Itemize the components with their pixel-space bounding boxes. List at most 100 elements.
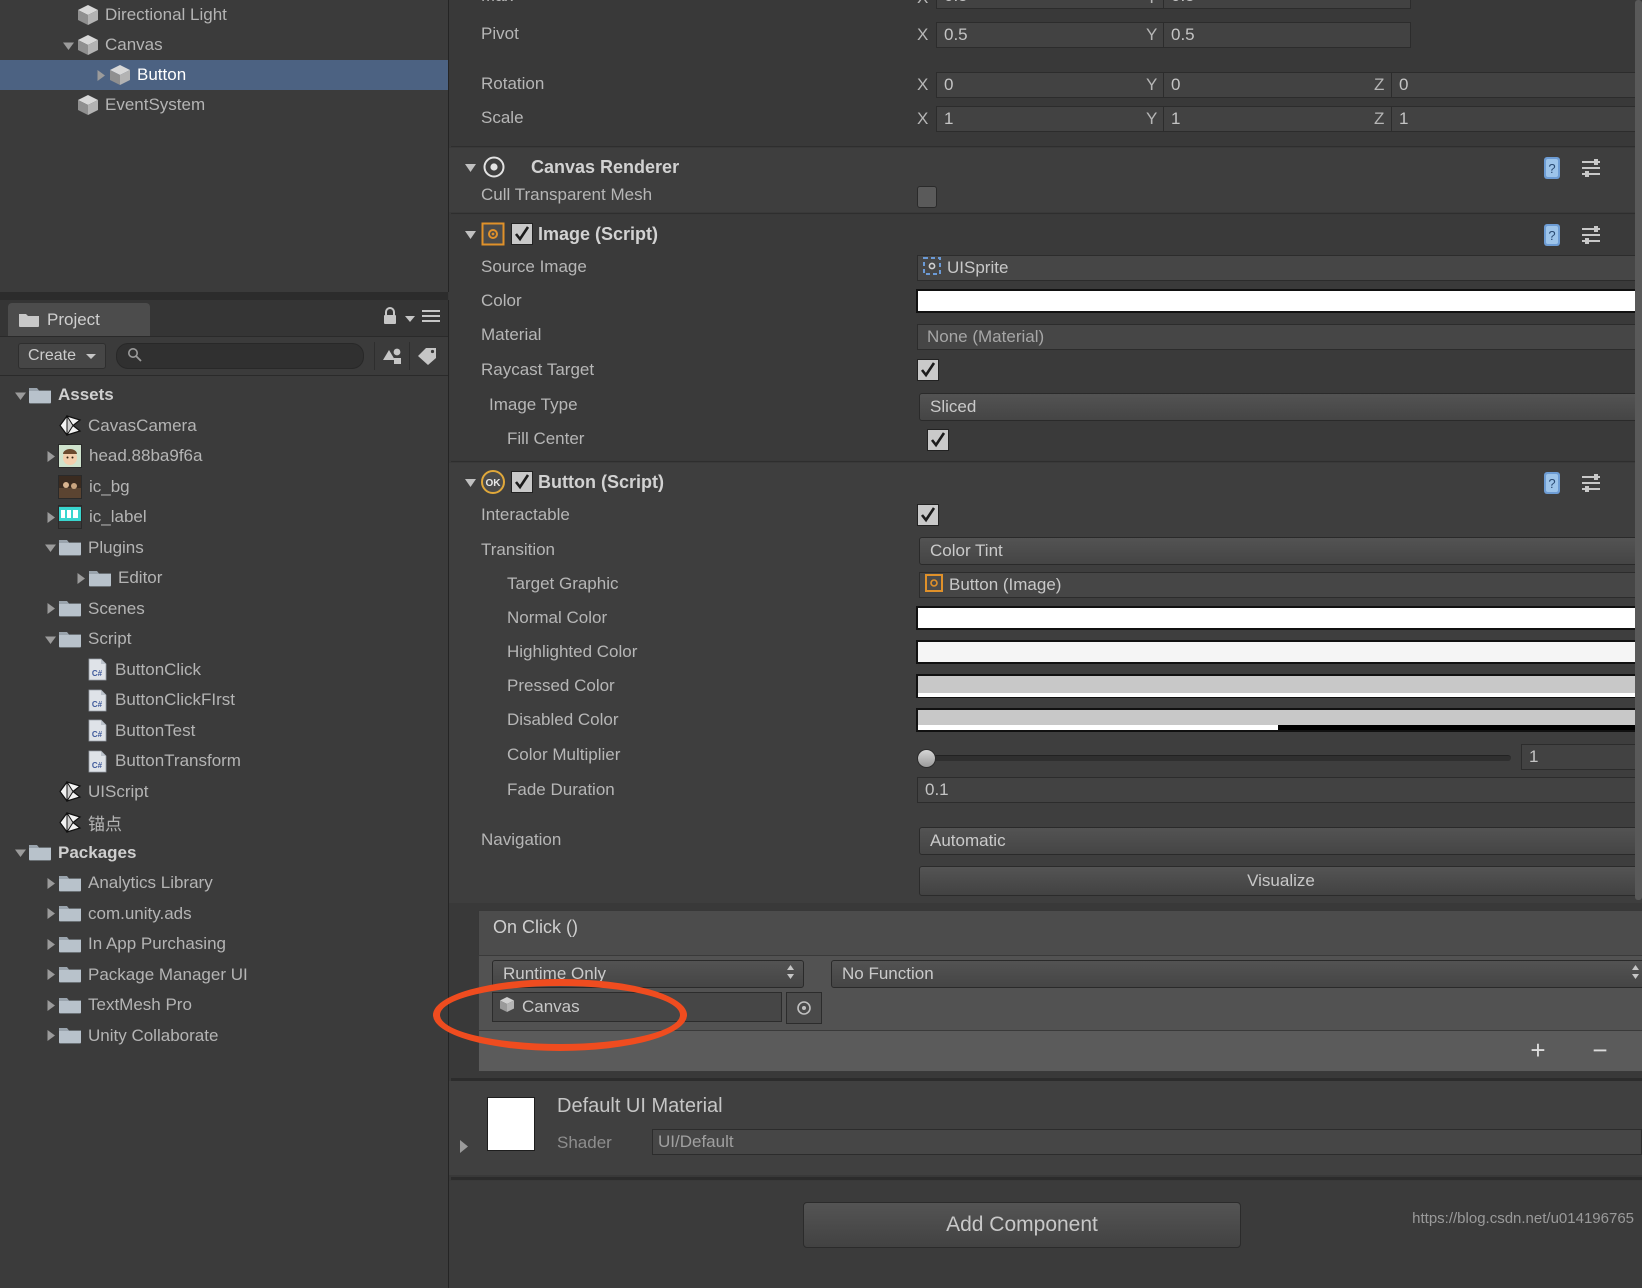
project-item-uiscript[interactable]: UIScript	[0, 777, 448, 808]
project-item-ic_label[interactable]: ic_label	[0, 502, 448, 533]
color-multiplier-field[interactable]: 1	[1521, 744, 1641, 770]
on-click-addremove-bar: + −	[478, 1030, 1642, 1072]
lock-icon[interactable]	[382, 306, 398, 330]
add-event-button[interactable]: +	[1519, 1035, 1557, 1065]
visualize-button[interactable]: Visualize	[919, 866, 1642, 896]
project-item-com-unity-ads[interactable]: com.unity.ads	[0, 899, 448, 930]
create-button[interactable]: Create	[18, 343, 106, 369]
project-item-script[interactable]: Script	[0, 624, 448, 655]
tab-project[interactable]: Project	[8, 303, 150, 336]
project-item-head-88ba9f6a[interactable]: head.88ba9f6a	[0, 441, 448, 472]
image-script-enabled-checkbox[interactable]	[511, 223, 533, 245]
pivot-y-field[interactable]: 0.5	[1163, 22, 1411, 48]
color-multiplier-slider-knob[interactable]	[917, 749, 936, 768]
call-state-dropdown[interactable]: Runtime Only	[492, 960, 804, 988]
foldout-triangle-open-icon[interactable]	[461, 215, 479, 253]
project-item-in-app-purchasing[interactable]: In App Purchasing	[0, 929, 448, 960]
rotation-z-field[interactable]: 0	[1391, 72, 1642, 98]
color-multiplier-slider-track[interactable]	[917, 755, 1511, 761]
foldout-triangle-closed-icon[interactable]	[42, 960, 58, 990]
foldout-triangle-closed-icon[interactable]	[42, 868, 58, 898]
inspector-scrollbar[interactable]	[1635, 0, 1642, 900]
foldout-triangle-open-icon[interactable]	[42, 624, 58, 654]
project-item-ic_bg[interactable]: ic_bg	[0, 472, 448, 503]
project-item-buttontransform[interactable]: C# ButtonTransform	[0, 746, 448, 777]
transition-dropdown[interactable]: Color Tint	[919, 537, 1642, 565]
on-click-object-field[interactable]: Canvas	[492, 992, 782, 1022]
foldout-triangle-open-icon[interactable]	[12, 380, 28, 410]
shader-field[interactable]: UI/Default	[652, 1129, 1642, 1155]
raycast-target-checkbox[interactable]	[917, 359, 939, 381]
preset-settings-icon[interactable]	[1580, 224, 1602, 246]
project-item-textmesh-pro[interactable]: TextMesh Pro	[0, 990, 448, 1021]
project-item-plugins[interactable]: Plugins	[0, 533, 448, 564]
on-click-object-value: Canvas	[522, 997, 580, 1016]
foldout-triangle-open-icon[interactable]	[42, 533, 58, 563]
search-input[interactable]	[116, 343, 364, 369]
button-script-enabled-checkbox[interactable]	[511, 471, 533, 493]
highlighted-color-swatch[interactable]	[916, 640, 1640, 664]
foldout-triangle-closed-icon[interactable]	[458, 1139, 470, 1158]
chevron-down-icon[interactable]	[404, 310, 416, 327]
foldout-triangle-closed-icon[interactable]	[42, 1021, 58, 1051]
interactable-checkbox[interactable]	[917, 504, 939, 526]
foldout-triangle-open-icon[interactable]	[12, 838, 28, 868]
project-item-assets[interactable]: Assets	[0, 380, 448, 411]
object-picker-button[interactable]	[786, 992, 822, 1024]
project-item-packages[interactable]: Packages	[0, 838, 448, 869]
hierarchy-item-directional-light[interactable]: Directional Light	[0, 0, 448, 30]
project-item-label: Analytics Library	[88, 873, 213, 893]
image-material-field[interactable]: None (Material)	[917, 324, 1641, 350]
hierarchy-item-canvas[interactable]: Canvas	[0, 30, 448, 60]
normal-color-swatch[interactable]	[916, 606, 1640, 630]
preset-settings-icon[interactable]	[1580, 157, 1602, 179]
hierarchy-item-button[interactable]: Button	[0, 60, 448, 90]
navigation-dropdown[interactable]: Automatic	[919, 827, 1642, 855]
disabled-color-swatch[interactable]	[916, 708, 1640, 732]
foldout-triangle-closed-icon[interactable]	[42, 990, 58, 1020]
add-component-button[interactable]: Add Component	[803, 1202, 1241, 1248]
scale-z-field[interactable]: 1	[1391, 106, 1642, 132]
fill-center-checkbox[interactable]	[927, 429, 949, 451]
foldout-triangle-open-icon[interactable]	[60, 30, 76, 60]
project-item-锚点[interactable]: 锚点	[0, 807, 448, 838]
image-color-swatch[interactable]	[916, 289, 1640, 313]
remove-event-button[interactable]: −	[1581, 1035, 1619, 1065]
foldout-triangle-closed-icon[interactable]	[72, 563, 88, 593]
project-item-package-manager-ui[interactable]: Package Manager UI	[0, 960, 448, 991]
image-bg-icon	[58, 474, 82, 499]
project-item-cavascamera[interactable]: CavasCamera	[0, 411, 448, 442]
source-image-field[interactable]: UISprite	[917, 255, 1637, 281]
foldout-triangle-closed-icon[interactable]	[42, 502, 58, 532]
foldout-triangle-open-icon[interactable]	[461, 148, 479, 186]
help-icon[interactable]: ?	[1542, 156, 1564, 180]
function-dropdown[interactable]: No Function	[831, 960, 1642, 988]
foldout-triangle-closed-icon[interactable]	[92, 60, 108, 90]
image-type-dropdown[interactable]: Sliced	[919, 393, 1642, 421]
cull-transparent-mesh-checkbox[interactable]	[917, 186, 937, 208]
max-y-field[interactable]: 0.5	[1163, 0, 1411, 9]
project-item-analytics-library[interactable]: Analytics Library	[0, 868, 448, 899]
pressed-color-swatch[interactable]	[916, 674, 1640, 698]
target-graphic-field[interactable]: Button (Image)	[919, 572, 1641, 598]
project-item-buttonclick[interactable]: C# ButtonClick	[0, 655, 448, 686]
foldout-triangle-closed-icon[interactable]	[42, 929, 58, 959]
foldout-triangle-open-icon[interactable]	[461, 463, 479, 501]
project-item-buttontest[interactable]: C# ButtonTest	[0, 716, 448, 747]
project-item-label: ButtonClickFIrst	[115, 690, 235, 710]
preset-settings-icon[interactable]	[1580, 472, 1602, 494]
help-icon[interactable]: ?	[1542, 223, 1564, 247]
project-item-scenes[interactable]: Scenes	[0, 594, 448, 625]
foldout-triangle-closed-icon[interactable]	[42, 899, 58, 929]
project-item-buttonclickfirst[interactable]: C# ButtonClickFIrst	[0, 685, 448, 716]
hamburger-menu-icon[interactable]	[422, 309, 440, 327]
foldout-triangle-closed-icon[interactable]	[42, 441, 58, 471]
project-item-unity-collaborate[interactable]: Unity Collaborate	[0, 1021, 448, 1052]
help-icon[interactable]: ?	[1542, 471, 1564, 495]
project-item-editor[interactable]: Editor	[0, 563, 448, 594]
fade-duration-field[interactable]: 0.1	[917, 777, 1641, 803]
filter-by-label-icon[interactable]	[409, 342, 444, 370]
foldout-triangle-closed-icon[interactable]	[42, 594, 58, 624]
filter-by-type-icon[interactable]	[374, 342, 409, 370]
hierarchy-item-eventsystem[interactable]: EventSystem	[0, 90, 448, 120]
